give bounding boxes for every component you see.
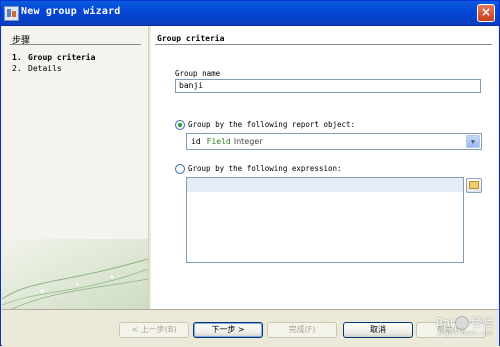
expression-current-line — [187, 178, 463, 192]
decorative-swirl-art — [2, 239, 148, 309]
expression-textarea[interactable] — [186, 177, 464, 263]
wizard-window: New group wizard × 步骤 1. Group criteria 2… — [0, 0, 500, 347]
group-name-label: Group name — [175, 69, 221, 78]
watermark-url: jingyan.baidu.com — [437, 330, 493, 337]
dropdown-value: id Field Integer — [191, 137, 263, 146]
step-group-criteria[interactable]: 1. Group criteria — [12, 53, 95, 62]
window-title: New group wizard — [21, 6, 121, 17]
field-keyword: Field — [206, 137, 231, 146]
group-name-input[interactable]: banji — [175, 79, 481, 93]
heading-divider — [155, 44, 492, 45]
radio-report-object-label[interactable]: Group by the following report object: — [188, 120, 355, 129]
watermark-text: Bai — [435, 316, 453, 329]
paw-logo-icon — [455, 316, 469, 330]
close-button[interactable]: × — [477, 4, 495, 22]
radio-report-object[interactable] — [175, 120, 185, 130]
steps-divider — [10, 44, 141, 45]
baidu-watermark: Bai 经验 jingyan.baidu.com — [436, 314, 493, 337]
step-number: 2. — [12, 64, 22, 73]
report-object-dropdown[interactable]: id Field Integer ▼ — [186, 133, 482, 150]
title-bar[interactable]: New group wizard × — [1, 1, 499, 26]
watermark-text-2: 经验 — [471, 316, 493, 329]
chevron-down-icon[interactable]: ▼ — [466, 135, 480, 148]
steps-sidebar: 步骤 1. Group criteria 2. Details — [2, 26, 149, 309]
expression-builder-button[interactable] — [466, 178, 482, 193]
expression-builder-icon — [469, 181, 479, 189]
field-type: Integer — [233, 137, 263, 146]
step-details[interactable]: 2. Details — [12, 64, 62, 73]
step-number: 1. — [12, 53, 22, 62]
radio-expression-label[interactable]: Group by the following expression: — [188, 164, 342, 173]
step-label: Group criteria — [28, 53, 96, 62]
step-label: Details — [28, 64, 62, 73]
radio-expression[interactable] — [175, 164, 185, 174]
next-button[interactable]: 下一步 > — [193, 322, 263, 338]
back-button[interactable]: < 上一步(B) — [119, 322, 189, 338]
finish-button[interactable]: 完成(F) — [267, 322, 337, 338]
button-bar: < 上一步(B) 下一步 > 完成(F) 取消 帮助(H) — [2, 309, 499, 347]
wizard-window-icon — [4, 6, 19, 21]
field-name: id — [191, 137, 201, 146]
cancel-button[interactable]: 取消 — [343, 322, 413, 338]
page-heading: Group criteria — [157, 34, 225, 43]
